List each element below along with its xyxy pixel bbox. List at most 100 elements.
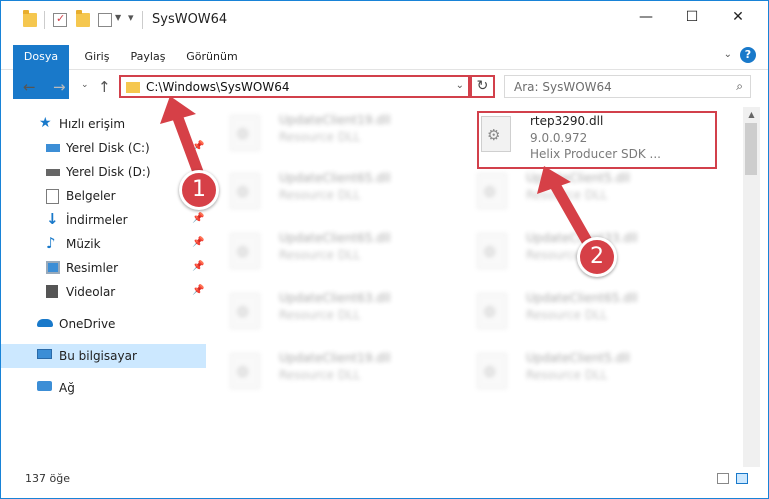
pin-icon[interactable]: 📌 xyxy=(192,285,204,296)
sidebar-item-label: Videolar xyxy=(66,285,116,299)
file-type: Resource DLL xyxy=(279,188,361,202)
network-icon xyxy=(37,381,52,391)
scroll-up-icon[interactable]: ▲ xyxy=(743,107,760,123)
up-arrow-icon[interactable]: ↑ xyxy=(98,78,111,96)
explorer-window: ✓ ▼ ▾ SysWOW64 — ☐ ✕ Dosya Giriş Paylaş … xyxy=(0,0,769,499)
file-name: UpdateClient63.dll xyxy=(279,291,391,305)
view-options-icon[interactable] xyxy=(98,13,112,27)
tab-share[interactable]: Paylaş xyxy=(123,45,173,68)
expand-ribbon-icon[interactable]: ⌄ xyxy=(724,49,732,60)
tab-view[interactable]: Görünüm xyxy=(181,45,243,68)
large-icons-view-icon[interactable] xyxy=(736,473,748,484)
ribbon-tabs: Dosya Giriş Paylaş Görünüm ⌄ ? xyxy=(1,45,768,99)
list-item[interactable]: ⚙ UpdateClient5.dll Resource DLL xyxy=(463,165,703,219)
close-button[interactable]: ✕ xyxy=(715,1,761,33)
list-item[interactable]: ⚙ UpdateClient65.dll Resource DLL xyxy=(463,285,703,339)
dll-file-icon: ⚙ xyxy=(230,173,260,209)
recent-locations-icon[interactable]: ⌄ xyxy=(81,80,89,90)
folder-icon xyxy=(23,10,37,27)
dll-file-icon: ⚙ xyxy=(477,293,507,329)
sidebar-item-documents[interactable]: Belgeler xyxy=(1,184,206,208)
scroll-thumb[interactable] xyxy=(745,123,757,175)
sidebar-item-label: Ağ xyxy=(59,381,75,395)
file-name: UpdateClient65.dll xyxy=(526,291,638,305)
file-name: UpdateClient65.dll xyxy=(279,231,391,245)
details-view-icon[interactable] xyxy=(717,473,729,484)
file-type: Resource DLL xyxy=(279,248,361,262)
search-placeholder: Ara: SysWOW64 xyxy=(514,80,612,94)
sidebar-item-label: Yerel Disk (C:) xyxy=(66,141,150,155)
pin-icon[interactable]: 📌 xyxy=(192,141,204,152)
back-arrow-icon[interactable]: ← xyxy=(23,78,36,96)
separator xyxy=(142,11,143,29)
pin-icon[interactable]: 📌 xyxy=(192,213,204,224)
sidebar-item-pictures[interactable]: Resimler 📌 xyxy=(1,256,206,280)
file-type: Resource DLL xyxy=(279,130,361,144)
new-folder-icon[interactable] xyxy=(76,10,90,27)
file-name: UpdateClient5.dll xyxy=(526,351,630,365)
tab-home[interactable]: Giriş xyxy=(75,45,119,68)
sidebar-item-this-pc[interactable]: Bu bilgisayar xyxy=(1,344,206,368)
file-name: UpdateClient65.dll xyxy=(279,171,391,185)
computer-icon xyxy=(37,349,52,359)
star-icon: ★ xyxy=(39,115,52,131)
pin-icon[interactable]: 📌 xyxy=(192,261,204,272)
refresh-button[interactable]: ↻ xyxy=(470,75,495,98)
music-icon: ♪ xyxy=(46,234,56,252)
chevron-down-icon[interactable]: ▼ xyxy=(115,13,121,22)
sidebar-item-videos[interactable]: Videolar 📌 xyxy=(1,280,206,304)
file-name: UpdateClient5.dll xyxy=(526,171,630,185)
dll-file-icon: ⚙ xyxy=(477,233,507,269)
sidebar-item-onedrive[interactable]: OneDrive xyxy=(1,312,206,336)
dll-file-icon: ⚙ xyxy=(230,353,260,389)
navigation-bar: ← → ⌄ ↑ C:\Windows\SysWOW64 ⌄ ↻ Ara: Sys… xyxy=(1,72,768,102)
list-item[interactable]: ⚙ UpdateClient65.dll Resource DLL xyxy=(216,165,456,219)
sidebar-item-music[interactable]: ♪ Müzik 📌 xyxy=(1,232,206,256)
vertical-scrollbar[interactable]: ▲ xyxy=(743,107,760,467)
list-item[interactable]: ⚙ UpdateClient19.dll Resource DLL xyxy=(216,107,456,161)
customize-toolbar-icon[interactable]: ▾ xyxy=(128,11,134,24)
list-item[interactable]: ⚙ UpdateClient65.dll Resource DLL xyxy=(216,225,456,279)
dll-file-icon: ⚙ xyxy=(230,115,260,151)
sidebar-item-label: Yerel Disk (D:) xyxy=(66,165,151,179)
pin-icon[interactable]: 📌 xyxy=(192,237,204,248)
dll-file-icon: ⚙ xyxy=(230,233,260,269)
separator xyxy=(44,11,45,29)
sidebar-item-downloads[interactable]: ↓ İndirmeler 📌 xyxy=(1,208,206,232)
list-item[interactable]: ⚙ UpdateClient63.dll Resource DLL xyxy=(216,285,456,339)
download-icon: ↓ xyxy=(46,210,59,228)
properties-icon[interactable]: ✓ xyxy=(53,12,67,27)
search-icon[interactable]: ⌕ xyxy=(736,79,743,94)
list-item[interactable]: ⚙ UpdateClient5.dll Resource DLL xyxy=(463,345,703,399)
sidebar-item-label: Müzik xyxy=(66,237,101,251)
search-input[interactable]: Ara: SysWOW64 ⌕ xyxy=(504,75,751,98)
window-title: SysWOW64 xyxy=(152,12,228,27)
address-bar[interactable]: C:\Windows\SysWOW64 ⌄ xyxy=(119,75,470,98)
documents-icon xyxy=(46,189,59,204)
status-bar: 137 öğe xyxy=(1,467,768,489)
list-item[interactable]: ⚙ UpdateClient19.dll Resource DLL xyxy=(216,345,456,399)
pictures-icon xyxy=(46,261,60,274)
drive-icon xyxy=(46,169,60,176)
help-icon[interactable]: ? xyxy=(740,47,756,63)
videos-icon xyxy=(46,285,58,298)
sidebar-item-label: Resimler xyxy=(66,261,119,275)
maximize-button[interactable]: ☐ xyxy=(669,1,715,33)
sidebar-item-drive-d[interactable]: Yerel Disk (D:) xyxy=(1,160,206,184)
file-type: Resource DLL xyxy=(526,308,608,322)
file-type: Resource DLL xyxy=(526,368,608,382)
sidebar-item-label: Hızlı erişim xyxy=(59,117,126,131)
file-type: Resource DLL xyxy=(279,308,361,322)
sidebar-item-drive-c[interactable]: Yerel Disk (C:) 📌 xyxy=(1,136,206,160)
highlight-box xyxy=(477,111,717,169)
cloud-icon xyxy=(37,319,53,327)
sidebar-item-quick-access[interactable]: ★ Hızlı erişim xyxy=(1,112,206,136)
file-type: Resource DLL xyxy=(279,368,361,382)
sidebar-item-network[interactable]: Ağ xyxy=(1,376,206,400)
minimize-button[interactable]: — xyxy=(623,1,669,33)
address-text: C:\Windows\SysWOW64 xyxy=(146,80,290,94)
chevron-down-icon[interactable]: ⌄ xyxy=(456,80,464,91)
step-badge-2: 2 xyxy=(577,237,617,277)
forward-arrow-icon[interactable]: → xyxy=(53,78,66,96)
sidebar-item-label: Belgeler xyxy=(66,189,116,203)
